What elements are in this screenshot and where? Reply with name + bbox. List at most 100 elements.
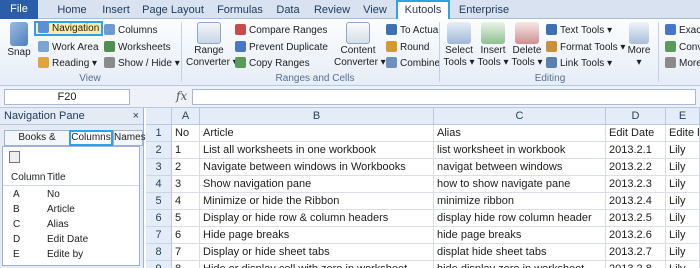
- content-converter-button[interactable]: Content Converter ▾: [334, 22, 386, 69]
- tab-data[interactable]: Data: [272, 2, 304, 19]
- tab-enterprise[interactable]: Enterprise: [456, 2, 512, 19]
- snap-button[interactable]: Snap: [6, 22, 32, 59]
- tab-file[interactable]: File: [0, 0, 38, 19]
- table-cell[interactable]: Hide or display cell with zero in worksh…: [200, 261, 434, 268]
- table-cell[interactable]: 2013.2.5: [606, 210, 666, 227]
- table-cell[interactable]: Lily: [666, 261, 700, 268]
- row-header[interactable]: 8: [146, 244, 172, 261]
- worksheet-grid[interactable]: ABCDE1NoArticleAliasEdit DateEdite by21L…: [146, 108, 700, 268]
- row-header[interactable]: 9: [146, 261, 172, 268]
- list-item[interactable]: E Edite by: [3, 248, 139, 263]
- name-box[interactable]: F20: [4, 89, 130, 105]
- prevent-duplicate-button[interactable]: Prevent Duplicate: [235, 41, 328, 54]
- table-cell[interactable]: No: [172, 125, 200, 142]
- combine-button[interactable]: Combine: [386, 57, 440, 70]
- compare-ranges-button[interactable]: Compare Ranges: [235, 24, 327, 37]
- table-cell[interactable]: 5: [172, 210, 200, 227]
- more-right-button[interactable]: More: [665, 57, 700, 70]
- row-header[interactable]: 2: [146, 142, 172, 159]
- columns-button[interactable]: Columns: [104, 24, 157, 37]
- tab-insert[interactable]: Insert: [98, 2, 134, 19]
- select-tools-button[interactable]: Select Tools ▾: [443, 22, 475, 69]
- navigation-button[interactable]: Navigation: [34, 21, 104, 36]
- worksheets-button[interactable]: Worksheets: [104, 41, 171, 54]
- table-cell[interactable]: list worksheet in workbook: [434, 142, 606, 159]
- table-cell[interactable]: 4: [172, 193, 200, 210]
- row-header[interactable]: 4: [146, 176, 172, 193]
- table-cell[interactable]: Lily: [666, 159, 700, 176]
- table-cell[interactable]: Alias: [434, 125, 606, 142]
- tab-review[interactable]: Review: [310, 2, 354, 19]
- conv-button[interactable]: Conv: [665, 41, 700, 54]
- table-cell[interactable]: displat hide sheet tabs: [434, 244, 606, 261]
- round-button[interactable]: Round: [386, 41, 429, 54]
- table-cell[interactable]: Lily: [666, 244, 700, 261]
- table-cell[interactable]: minimize ribbon: [434, 193, 606, 210]
- table-cell[interactable]: Lily: [666, 193, 700, 210]
- table-cell[interactable]: 2013.2.4: [606, 193, 666, 210]
- column-header-a[interactable]: A: [172, 108, 200, 125]
- select-all-corner[interactable]: [146, 108, 172, 125]
- range-converter-button[interactable]: Range Converter ▾: [186, 22, 238, 69]
- table-cell[interactable]: hide display zero in worksheet: [434, 261, 606, 268]
- table-cell[interactable]: Lily: [666, 176, 700, 193]
- table-cell[interactable]: Lily: [666, 210, 700, 227]
- table-cell[interactable]: Edite by: [666, 125, 700, 142]
- table-cell[interactable]: display hide row column header: [434, 210, 606, 227]
- row-header[interactable]: 3: [146, 159, 172, 176]
- table-cell[interactable]: 6: [172, 227, 200, 244]
- table-cell[interactable]: 3: [172, 176, 200, 193]
- list-item[interactable]: B Article: [3, 203, 139, 218]
- column-header-c[interactable]: C: [434, 108, 606, 125]
- tab-names[interactable]: Names: [113, 130, 146, 146]
- copy-ranges-button[interactable]: Copy Ranges: [235, 57, 310, 70]
- exact-button[interactable]: Exact: [665, 24, 700, 37]
- table-cell[interactable]: Display or hide row & column headers: [200, 210, 434, 227]
- delete-tools-button[interactable]: Delete Tools ▾: [511, 22, 543, 69]
- edit-icon[interactable]: [9, 151, 20, 163]
- tab-home[interactable]: Home: [52, 2, 92, 19]
- tab-kutools[interactable]: Kutools: [396, 0, 450, 20]
- link-tools-button[interactable]: Link Tools ▾: [546, 57, 612, 70]
- table-cell[interactable]: Hide page breaks: [200, 227, 434, 244]
- row-header[interactable]: 6: [146, 210, 172, 227]
- text-tools-button[interactable]: Text Tools ▾: [546, 24, 612, 37]
- show-hide-button[interactable]: Show / Hide ▾: [104, 57, 180, 70]
- table-cell[interactable]: Navigate between windows in Workbooks: [200, 159, 434, 176]
- table-cell[interactable]: Minimize or hide the Ribbon: [200, 193, 434, 210]
- column-header-e[interactable]: E: [666, 108, 700, 125]
- column-header-b[interactable]: B: [200, 108, 434, 125]
- table-cell[interactable]: Display or hide sheet tabs: [200, 244, 434, 261]
- tab-columns[interactable]: Columns: [69, 130, 113, 146]
- more-button[interactable]: More ▾: [624, 22, 654, 69]
- list-item[interactable]: A No: [3, 188, 139, 203]
- table-cell[interactable]: 7: [172, 244, 200, 261]
- list-item[interactable]: C Alias: [3, 218, 139, 233]
- table-cell[interactable]: navigat between windows: [434, 159, 606, 176]
- row-header[interactable]: 5: [146, 193, 172, 210]
- formula-input[interactable]: [192, 89, 696, 105]
- fx-icon[interactable]: fx: [176, 89, 187, 103]
- table-cell[interactable]: 2013.2.1: [606, 142, 666, 159]
- reading-button[interactable]: Reading ▾: [38, 57, 97, 70]
- tab-page-layout[interactable]: Page Layout: [140, 2, 206, 19]
- table-cell[interactable]: 2013.2.7: [606, 244, 666, 261]
- list-item[interactable]: D Edit Date: [3, 233, 139, 248]
- table-cell[interactable]: Edit Date: [606, 125, 666, 142]
- row-header[interactable]: 7: [146, 227, 172, 244]
- column-header-d[interactable]: D: [606, 108, 666, 125]
- row-header[interactable]: 1: [146, 125, 172, 142]
- format-tools-button[interactable]: Format Tools ▾: [546, 41, 625, 54]
- table-cell[interactable]: List all worksheets in one workbook: [200, 142, 434, 159]
- tab-books-sheets[interactable]: Books & Sheets: [4, 130, 70, 157]
- table-cell[interactable]: 2: [172, 159, 200, 176]
- table-cell[interactable]: 2013.2.8: [606, 261, 666, 268]
- tab-view[interactable]: View: [360, 2, 390, 19]
- table-cell[interactable]: Show navigation pane: [200, 176, 434, 193]
- tab-formulas[interactable]: Formulas: [214, 2, 266, 19]
- work-area-button[interactable]: Work Area: [38, 41, 99, 54]
- to-actual-button[interactable]: To Actual: [386, 24, 441, 37]
- table-cell[interactable]: 1: [172, 142, 200, 159]
- table-cell[interactable]: how to show navigate pane: [434, 176, 606, 193]
- table-cell[interactable]: 2013.2.3: [606, 176, 666, 193]
